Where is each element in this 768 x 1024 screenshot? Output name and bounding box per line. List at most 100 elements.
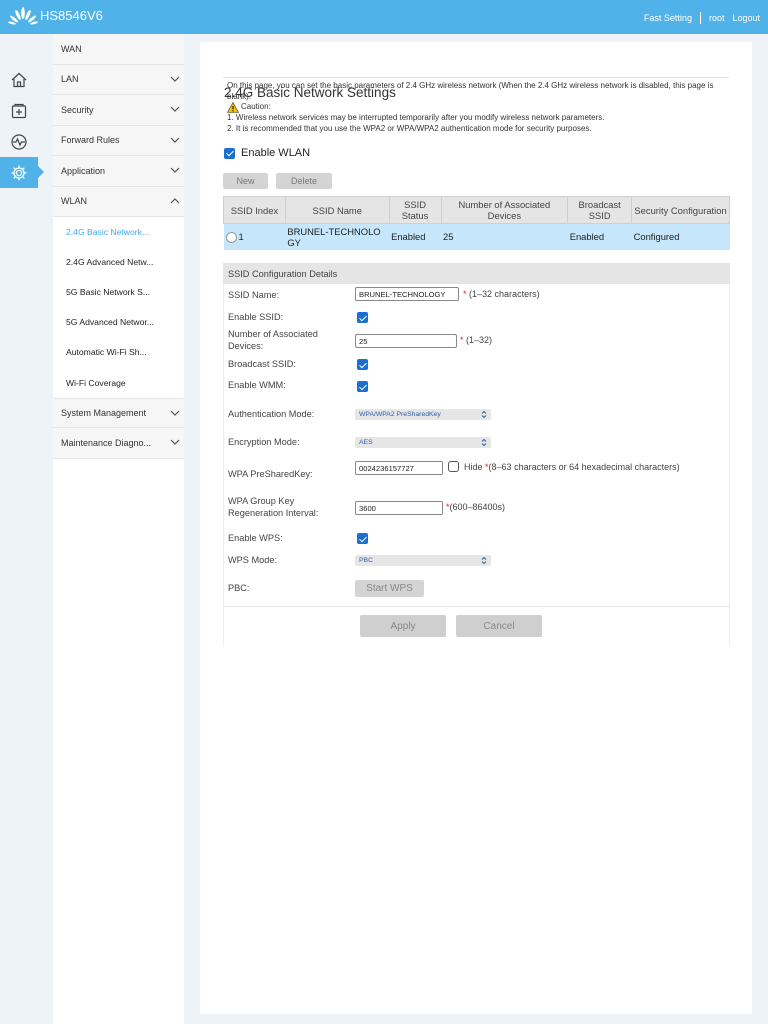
home-icon [11,72,27,87]
psk-hide-and-hint: Hide *(8–63 characters or 64 hexadecimal… [464,462,680,472]
start-wps-button[interactable]: Start WPS [355,580,424,597]
top-bar: HS8546V6 Fast Setting root Logout [0,0,768,34]
wps-mode-label: WPS Mode: [228,555,278,565]
chevron-down-icon [170,106,180,112]
psk-label: WPA PreSharedKey: [228,469,313,479]
ssid-security-cell: Configured [631,223,730,250]
title-divider [223,77,729,78]
table-row[interactable]: 1 BRUNEL-TECHNOLOGY Enabled 25 Enabled C… [223,223,730,250]
menu-item-wlan[interactable]: WLAN [53,186,184,217]
auth-mode-value: WPA/WPA2 PreSharedKey [359,411,441,418]
enable-wlan-row: Enable WLAN [224,147,310,159]
footer-divider [223,606,730,607]
submenu-item-24g-basic[interactable]: 2.4G Basic Network... [53,217,184,248]
rail-home[interactable] [0,64,38,95]
column-header: Number of Associated Devices [440,196,569,224]
submenu-item-auto-wifi-share[interactable]: Automatic Wi-Fi Sh... [53,337,184,368]
rail-add[interactable] [0,95,38,126]
divider [699,12,701,24]
cancel-button[interactable]: Cancel [456,615,542,637]
encryption-mode-value: AES [359,439,373,446]
menu-item-label: Forward Rules [61,135,120,146]
menu-item-forward-rules[interactable]: Forward Rules [53,125,184,156]
enable-ssid-checkbox[interactable] [357,312,368,323]
ssid-index: 1 [238,230,244,242]
icon-rail [0,34,44,1024]
select-arrows-icon [481,556,487,565]
chevron-up-icon [170,197,180,203]
assoc-devices-hint: * (1–32) [460,335,493,345]
caution-line: Caution: [227,102,727,113]
chevron-down-icon [170,76,180,82]
row-radio[interactable] [225,231,237,243]
group-key-hint: *(600–86400s) [446,502,506,512]
auth-mode-label: Authentication Mode: [228,409,315,419]
encryption-mode-select[interactable]: AES [355,437,491,448]
encryption-mode-label: Encryption Mode: [228,437,300,447]
rail-monitor[interactable] [0,126,38,157]
column-header: SSID Index [223,196,286,224]
menu-item-security[interactable]: Security [53,95,184,126]
menu-item-lan[interactable]: LAN [53,64,184,95]
menu-item-label: System Management [61,407,147,418]
submenu-item-5g-basic[interactable]: 5G Basic Network S... [53,277,184,308]
enable-wmm-label: Enable WMM: [228,380,286,390]
new-button[interactable]: New [223,173,268,189]
ssid-table: SSID Index SSID Name SSID Status Number … [223,196,730,250]
rail-settings[interactable] [0,157,44,188]
logout-link[interactable]: Logout [732,13,760,23]
submenu-item-5g-advanced[interactable]: 5G Advanced Networ... [53,307,184,338]
user-link[interactable]: root [709,13,725,23]
group-key-label: WPA Group Key Regeneration Interval: [228,496,319,518]
wps-mode-select[interactable]: PBC [355,555,491,566]
enable-wps-checkbox[interactable] [357,533,368,544]
menu-item-label: WAN [61,43,82,54]
menu-item-label: LAN [61,74,79,85]
chevron-down-icon [170,410,180,416]
ssid-name-input[interactable]: BRUNEL-TECHNOLOGY [355,287,459,301]
ssid-broadcast-cell: Enabled [567,223,632,250]
broadcast-ssid-checkbox[interactable] [357,359,368,370]
menu-item-application[interactable]: Application [53,156,184,187]
table-header-row: SSID Index SSID Name SSID Status Number … [223,196,730,224]
description-text: On this page, you can set the basic para… [227,81,714,101]
wps-mode-value: PBC [359,557,373,564]
ssid-index-cell: 1 [223,223,286,250]
broadcast-ssid-label: Broadcast SSID: [228,359,296,369]
enable-wlan-checkbox[interactable] [224,147,235,159]
column-header: SSID Status [388,196,442,224]
menu-item-wan[interactable]: WAN [53,34,184,65]
submenu-item-24g-advanced[interactable]: 2.4G Advanced Netw... [53,247,184,278]
assoc-devices-label: Number of Associated Devices: [228,329,318,351]
apply-button[interactable]: Apply [360,615,446,637]
assoc-devices-input[interactable]: 25 [355,334,457,348]
menu-item-system-management[interactable]: System Management [53,397,184,429]
ssid-name-cell: BRUNEL-TECHNOLOGY [285,223,390,250]
caution-label: Caution: [241,102,271,112]
assoc-devices-hint-text: (1–32) [466,335,493,345]
menu-item-maintenance[interactable]: Maintenance Diagno... [53,428,184,459]
ssid-config-heading: SSID Configuration Details [223,263,730,284]
delete-button[interactable]: Delete [276,173,332,189]
caution-note-1: 1. Wireless network services may be inte… [227,113,605,123]
group-key-input[interactable]: 3600 [355,501,443,515]
enable-wmm-checkbox[interactable] [357,381,368,392]
submenu-item-wifi-coverage[interactable]: Wi-Fi Coverage [53,367,184,398]
warning-icon [227,102,239,113]
page-description: On this page, you can set the basic para… [227,81,727,134]
hide-checkbox[interactable] [448,461,459,472]
chevron-down-icon [170,137,180,143]
menu-item-label: WLAN [61,196,88,207]
menu-item-label: Application [61,165,106,176]
column-header: SSID Name [284,196,390,224]
auth-mode-select[interactable]: WPA/WPA2 PreSharedKey [355,409,491,420]
device-model: HS8546V6 [40,8,103,23]
ssid-status-cell: Enabled [389,223,441,250]
huawei-logo-icon [8,7,38,25]
menu-item-label: Security [61,104,94,115]
fast-setting-link[interactable]: Fast Setting [644,13,692,23]
enable-ssid-label: Enable SSID: [228,312,284,322]
gear-icon [11,165,27,180]
chevron-down-icon [170,167,180,173]
psk-input[interactable]: 0024236157727 [355,461,443,475]
